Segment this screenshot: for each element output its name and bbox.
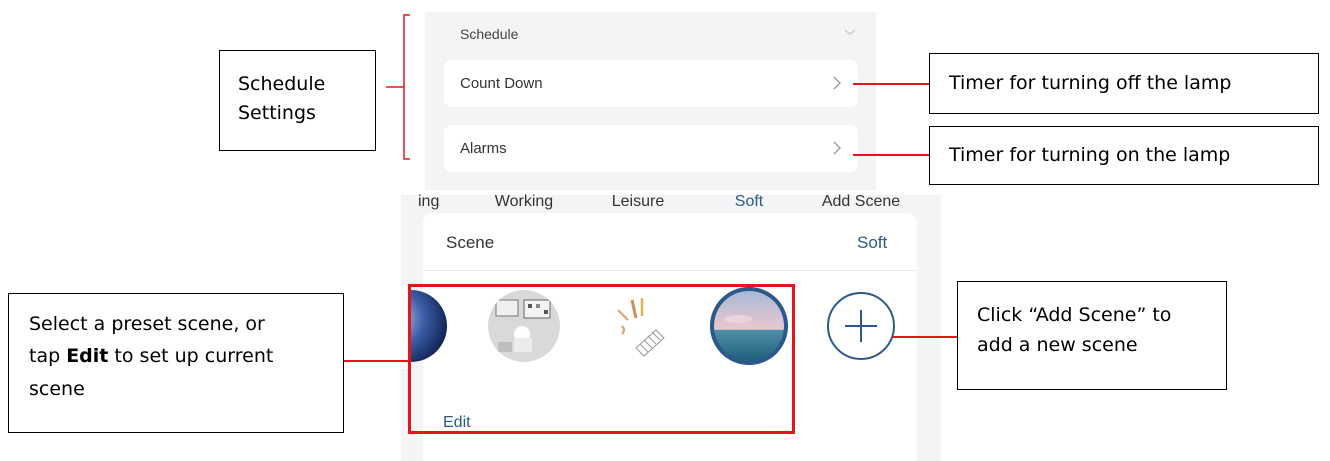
scene-divider <box>423 270 917 271</box>
callout-schedule-line2: Settings <box>238 102 316 125</box>
callout-schedule-settings: Schedule Settings <box>219 50 376 151</box>
scene-title: Scene <box>446 233 495 252</box>
callout-alarms: Timer for turning on the lamp <box>929 126 1319 185</box>
callout-preset-line1: Select a preset scene, or <box>29 313 265 335</box>
leader-line-preset <box>343 360 409 362</box>
chevron-right-icon <box>833 141 841 155</box>
callout-add-line2: add a new scene <box>977 334 1138 357</box>
chevron-right-icon <box>833 76 841 90</box>
callout-add-line1: Click “Add Scene” to <box>977 304 1172 326</box>
scene-label-soft[interactable]: Soft <box>699 193 799 211</box>
alarms-label: Alarms <box>460 140 507 157</box>
schedule-header: Schedule <box>460 26 519 42</box>
count-down-label: Count Down <box>460 75 543 92</box>
leader-line-alarms <box>853 154 930 156</box>
scene-label-add[interactable]: Add Scene <box>811 193 911 211</box>
alarms-row[interactable]: Alarms <box>444 125 858 172</box>
schedule-bracket <box>386 14 410 160</box>
callout-alarms-text: Timer for turning on the lamp <box>949 144 1231 166</box>
leader-line-countdown <box>853 83 930 85</box>
scroll-clip-mask <box>370 285 408 369</box>
callout-preset-line3: scene <box>29 377 85 400</box>
callout-preset-scene: Select a preset scene, or tap Edit to se… <box>8 293 344 433</box>
count-down-row[interactable]: Count Down <box>444 60 858 107</box>
plus-circle-icon <box>827 292 895 360</box>
current-scene-value: Soft <box>857 233 888 252</box>
callout-countdown-text: Timer for turning off the lamp <box>949 72 1232 94</box>
scene-highlight-box <box>408 284 795 434</box>
callout-schedule-line1: Schedule <box>238 73 326 95</box>
callout-countdown: Timer for turning off the lamp <box>929 53 1319 114</box>
callout-preset-line2: tap Edit to set up current <box>29 345 274 368</box>
scene-label-leisure[interactable]: Leisure <box>588 193 688 211</box>
scene-label-reading[interactable]: ing <box>418 193 439 211</box>
scene-label-working[interactable]: Working <box>474 193 574 211</box>
leader-line-add-scene <box>893 336 958 338</box>
add-scene-button[interactable] <box>825 290 897 362</box>
schedule-panel: Schedule Count Down Alarms <box>425 12 876 190</box>
callout-preset-edit-bold: Edit <box>66 345 109 368</box>
chevron-down-icon[interactable] <box>842 26 858 38</box>
callout-add-scene: Click “Add Scene” to add a new scene <box>957 281 1227 390</box>
